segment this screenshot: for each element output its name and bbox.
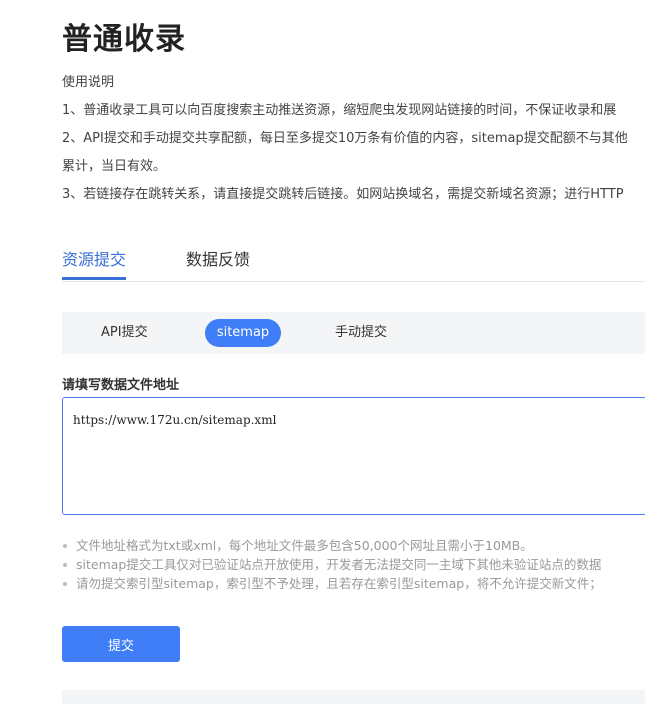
bullet-icon [63,544,67,548]
tip-item: 文件地址格式为txt或xml，每个地址文件最多包含50,000个网址且需小于10… [62,536,602,555]
main-tabs: 资源提交 数据反馈 [62,240,645,282]
result-panel-top [62,690,645,704]
usage-line-1: 1、普通收录工具可以向百度搜索主动推送资源，缩短爬虫发现网站链接的时间，不保证收… [62,103,617,118]
usage-line-2: 2、API提交和手动提交共享配额，每日至多提交10万条有价值的内容，sitema… [62,131,628,146]
tip-item: 请勿提交索引型sitemap，索引型不予处理，且若存在索引型sitemap，将不… [62,574,602,593]
sitemap-url-value: https://www.172u.cn/sitemap.xml [73,413,277,427]
bullet-icon [63,582,67,586]
tab-resource-submit[interactable]: 资源提交 [62,246,126,270]
subtab-api[interactable]: API提交 [101,321,148,345]
subtab-manual[interactable]: 手动提交 [335,321,387,345]
url-field-label: 请填写数据文件地址 [62,378,180,393]
tip-text: 请勿提交索引型sitemap，索引型不予处理，且若存在索引型sitemap，将不… [76,576,602,591]
submit-method-tabs: API提交 sitemap 手动提交 [62,312,645,354]
tip-item: sitemap提交工具仅对已验证站点开放使用，开发者无法提交同一主域下其他未验证… [62,555,602,574]
tip-text: sitemap提交工具仅对已验证站点开放使用，开发者无法提交同一主域下其他未验证… [76,557,602,572]
subtab-sitemap[interactable]: sitemap [205,319,281,347]
tip-text: 文件地址格式为txt或xml，每个地址文件最多包含50,000个网址且需小于10… [76,538,533,553]
bullet-icon [63,563,67,567]
tips-list: 文件地址格式为txt或xml，每个地址文件最多包含50,000个网址且需小于10… [62,536,602,593]
submit-button[interactable]: 提交 [62,626,180,662]
usage-line-4: 3、若链接存在跳转关系，请直接提交跳转后链接。如网站换域名，需提交新域名资源；进… [62,187,624,202]
usage-heading: 使用说明 [62,75,115,90]
sitemap-url-input[interactable]: https://www.172u.cn/sitemap.xml [62,397,645,515]
tab-data-feedback[interactable]: 数据反馈 [186,246,250,270]
active-tab-indicator [62,277,126,280]
page-title: 普通收录 [62,22,186,57]
usage-line-3: 累计，当日有效。 [62,159,167,174]
